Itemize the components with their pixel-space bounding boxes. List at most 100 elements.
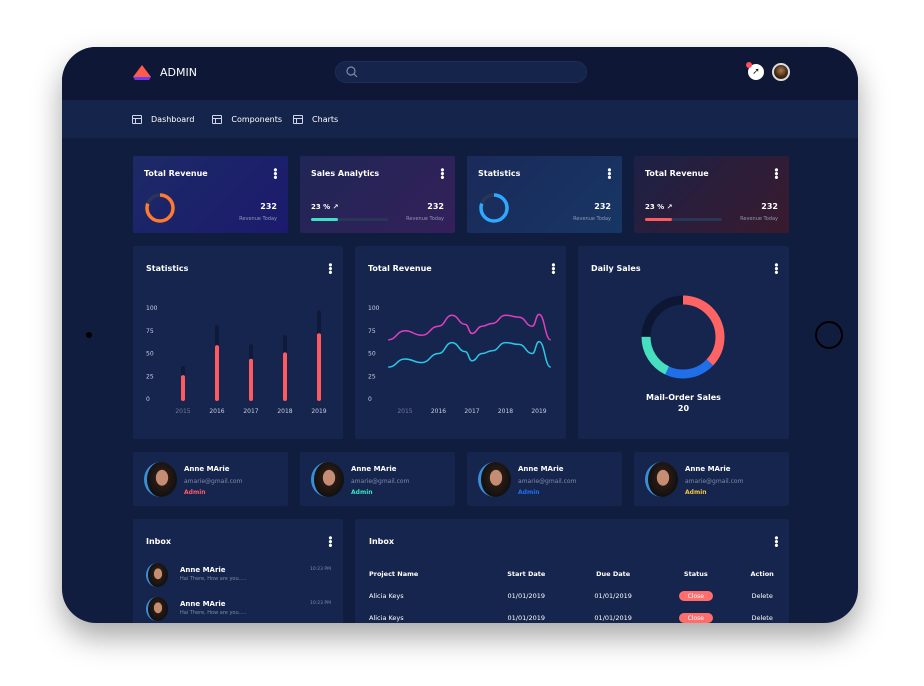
card-value: 232 bbox=[260, 202, 277, 211]
sender-name: Anne MArie bbox=[180, 566, 226, 574]
x-tick-label: 2018 bbox=[498, 408, 513, 415]
donut-label: Mail-Order Sales bbox=[646, 393, 721, 402]
status-badge[interactable]: Close bbox=[678, 591, 713, 601]
line-series bbox=[388, 340, 552, 368]
more-icon[interactable]: ••• bbox=[603, 167, 613, 178]
message-preview: Hai There, How are you..... bbox=[180, 610, 247, 616]
search-input[interactable] bbox=[335, 61, 587, 83]
card-value: 232 bbox=[427, 202, 444, 211]
logo-icon bbox=[133, 65, 151, 80]
card-caption: Revenue Today bbox=[239, 216, 277, 222]
message-time: 10:23 PM bbox=[310, 601, 331, 606]
stat-card-statistics: Statistics ••• 232 Revenue Today bbox=[467, 156, 622, 233]
line-chart: 0 25 50 75 100 2015 2016 2017 2018 2019 bbox=[368, 305, 552, 415]
user-email: amarie@gmail.com bbox=[518, 478, 577, 485]
more-icon[interactable]: ••• bbox=[770, 167, 780, 178]
card-value: 232 bbox=[761, 202, 778, 211]
user-card[interactable]: Anne MArie amarie@gmail.com Admin bbox=[300, 452, 455, 506]
avatar bbox=[146, 597, 168, 621]
x-tick-label: 2017 bbox=[464, 408, 479, 415]
nav-label: Dashboard bbox=[151, 114, 195, 124]
nav-bar: Dashboard Components Charts bbox=[62, 100, 858, 138]
progress-bar bbox=[311, 218, 388, 221]
avatar bbox=[645, 462, 678, 497]
daily-sales-card: Daily Sales ••• Mail-Order Sales 20 bbox=[578, 246, 789, 439]
nav-components[interactable]: Components bbox=[212, 114, 283, 124]
card-caption: Revenue Today bbox=[573, 216, 611, 222]
message-item[interactable]: Anne MArie Hai There, How are you..... 10:… bbox=[146, 597, 331, 623]
progress-bar bbox=[645, 218, 722, 221]
avatar bbox=[146, 563, 168, 587]
user-avatar[interactable] bbox=[772, 63, 790, 81]
y-tick-label: 25 bbox=[146, 373, 154, 380]
x-tick-label: 2016 bbox=[431, 408, 446, 415]
user-card[interactable]: Anne MArie amarie@gmail.com Admin bbox=[133, 452, 288, 506]
delete-link[interactable]: Delete bbox=[735, 607, 789, 623]
user-name: Anne MArie bbox=[685, 465, 731, 473]
table-row: Alicia Keys 01/01/2019 01/01/2019 Close Dele… bbox=[369, 607, 789, 623]
stat-card-sales-analytics: Sales Analytics ••• 23 % ↗ 232 Revenue Tod… bbox=[300, 156, 455, 233]
more-icon[interactable]: ••• bbox=[269, 167, 279, 178]
user-role: Admin bbox=[685, 489, 707, 496]
x-tick-label: 2017 bbox=[243, 408, 258, 415]
message-item[interactable]: Anne MArie Hai There, How are you..... 10:… bbox=[146, 563, 331, 591]
y-tick-label: 50 bbox=[368, 351, 376, 358]
donut-value: 20 bbox=[677, 404, 690, 413]
nav-charts[interactable]: Charts bbox=[293, 114, 339, 124]
card-title: Inbox bbox=[146, 537, 172, 546]
card-title: Inbox bbox=[369, 537, 395, 546]
user-role: Admin bbox=[351, 489, 373, 496]
tablet-frame: ADMIN ➚ Dashboard Components Charts Tota… bbox=[62, 47, 858, 623]
notification-rocket-icon[interactable]: ➚ bbox=[746, 62, 764, 80]
user-role: Admin bbox=[518, 489, 540, 496]
user-card[interactable]: Anne MArie amarie@gmail.com Admin bbox=[634, 452, 789, 506]
search-icon bbox=[346, 66, 358, 78]
y-tick-label: 100 bbox=[368, 305, 380, 312]
inbox-card: Inbox ••• Anne MArie Hai There, How are yo… bbox=[133, 519, 343, 623]
bar-chart: 0 25 50 75 100 2015 2016 2017 2018 2019 bbox=[146, 305, 327, 415]
nav-label: Charts bbox=[312, 114, 339, 124]
card-percent: 23 % ↗ bbox=[311, 203, 339, 211]
x-tick-label: 2019 bbox=[311, 408, 326, 415]
y-tick-label: 75 bbox=[368, 328, 376, 335]
card-percent: 23 % ↗ bbox=[645, 203, 673, 211]
nav-label: Components bbox=[231, 114, 283, 124]
y-tick-label: 0 bbox=[146, 396, 150, 403]
trend-up-icon: ↗ bbox=[332, 203, 339, 211]
statistics-chart-card: Statistics ••• 0 25 50 75 100 2015 2016 2017 2018… bbox=[133, 246, 343, 439]
layout-icon bbox=[293, 114, 304, 124]
x-tick-label: 2019 bbox=[531, 408, 546, 415]
user-name: Anne MArie bbox=[184, 465, 230, 473]
card-caption: Revenue Today bbox=[740, 216, 778, 222]
app-name: ADMIN bbox=[160, 65, 197, 79]
x-tick-label: 2018 bbox=[277, 408, 292, 415]
status-badge[interactable]: Close bbox=[678, 613, 713, 623]
x-tick-label: 2016 bbox=[209, 408, 224, 415]
stat-card-total-revenue: Total Revenue ••• 232 Revenue Today bbox=[133, 156, 288, 233]
table-row: Alicia Keys 01/01/2019 01/01/2019 Close Dele… bbox=[369, 585, 789, 607]
y-tick-label: 0 bbox=[368, 396, 372, 403]
y-tick-label: 25 bbox=[368, 373, 376, 380]
message-preview: Hai There, How are you..... bbox=[180, 576, 247, 582]
x-tick-label: 2015 bbox=[175, 408, 190, 415]
card-caption: Revenue Today bbox=[406, 216, 444, 222]
x-tick-label: 2015 bbox=[397, 408, 412, 415]
line-series bbox=[388, 313, 552, 341]
logo[interactable]: ADMIN bbox=[132, 64, 197, 80]
avatar bbox=[478, 462, 511, 497]
user-card[interactable]: Anne MArie amarie@gmail.com Admin bbox=[467, 452, 622, 506]
card-title: Sales Analytics bbox=[311, 169, 380, 178]
home-button[interactable] bbox=[815, 321, 843, 349]
user-role: Admin bbox=[184, 489, 206, 496]
stat-card-total-revenue-2: Total Revenue ••• 23 % ↗ 232 Revenue Today bbox=[634, 156, 789, 233]
user-email: amarie@gmail.com bbox=[184, 478, 243, 485]
y-tick-label: 100 bbox=[146, 305, 158, 312]
trend-up-icon: ↗ bbox=[666, 203, 673, 211]
nav-dashboard[interactable]: Dashboard bbox=[132, 114, 195, 124]
user-email: amarie@gmail.com bbox=[685, 478, 744, 485]
layout-icon bbox=[132, 114, 142, 124]
more-icon[interactable]: ••• bbox=[436, 167, 446, 178]
more-icon[interactable]: ••• bbox=[324, 535, 334, 546]
delete-link[interactable]: Delete bbox=[735, 585, 789, 607]
more-icon[interactable]: ••• bbox=[770, 535, 780, 546]
